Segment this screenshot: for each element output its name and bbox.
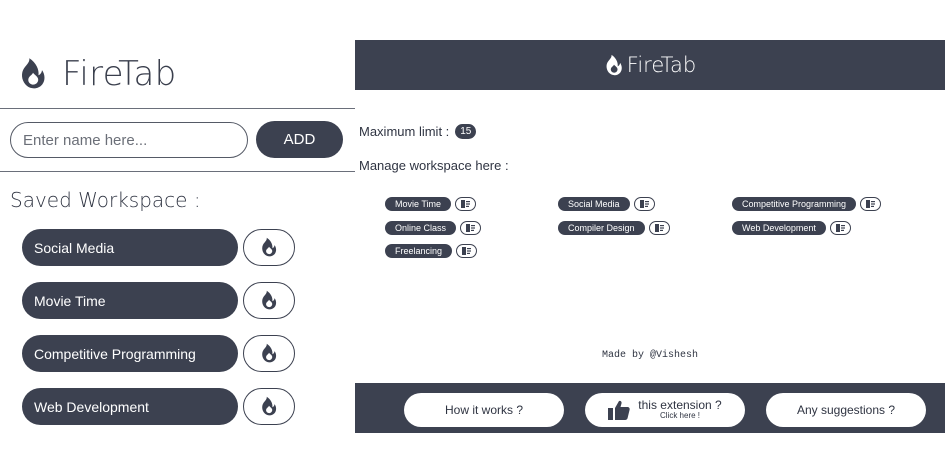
delete-workspace-button[interactable] xyxy=(829,221,851,235)
workspace-chip: Competitive Programming xyxy=(732,197,882,211)
limit-label: Maximum limit : xyxy=(359,124,450,139)
delete-workspace-button[interactable] xyxy=(860,197,882,211)
suggestions-button[interactable]: Any suggestions ? xyxy=(766,393,926,427)
trash-icon xyxy=(835,224,845,232)
how-it-works-button[interactable]: How it works ? xyxy=(404,393,564,427)
workspace-chip-label[interactable]: Social Media xyxy=(558,197,630,211)
popup-title: FireTab xyxy=(62,54,177,94)
workspace-open-button[interactable]: Social Media xyxy=(22,229,238,266)
trash-icon xyxy=(639,200,649,208)
workspace-chip-label[interactable]: Movie Time xyxy=(385,197,452,211)
workspace-chip: Compiler Design xyxy=(558,221,670,235)
flame-icon xyxy=(262,343,277,363)
workspace-chip: Movie Time xyxy=(385,197,477,211)
delete-workspace-button[interactable] xyxy=(456,244,478,258)
workspace-launch-button[interactable] xyxy=(243,282,295,319)
extension-popup: FireTab ADD Saved Workspace : Social Med… xyxy=(0,0,355,473)
workspace-row: Movie Time xyxy=(22,282,297,319)
flame-icon xyxy=(262,237,277,257)
workspace-launch-button[interactable] xyxy=(243,388,295,425)
saved-workspace-heading: Saved Workspace : xyxy=(10,188,201,212)
flame-icon xyxy=(262,290,277,310)
author-credit: Made by @Vishesh xyxy=(601,350,698,361)
thumbs-up-icon xyxy=(608,400,630,420)
workspace-chip-label[interactable]: Web Development xyxy=(732,221,826,235)
workspace-name-input[interactable] xyxy=(10,122,248,158)
add-button[interactable]: ADD xyxy=(256,121,343,158)
newtab-title: FireTab xyxy=(626,53,697,77)
trash-icon xyxy=(866,200,876,208)
delete-workspace-button[interactable] xyxy=(455,197,477,211)
trash-icon xyxy=(654,224,664,232)
workspace-chip-label[interactable]: Compiler Design xyxy=(558,221,645,235)
newtab-page: FireTab Maximum limit : 15 Manage worksp… xyxy=(355,40,945,433)
workspace-open-button[interactable]: Movie Time xyxy=(22,282,238,319)
delete-workspace-button[interactable] xyxy=(633,197,655,211)
trash-icon xyxy=(461,200,471,208)
flame-icon xyxy=(262,396,277,416)
workspace-chip: Online Class xyxy=(385,221,482,235)
newtab-header: FireTab xyxy=(355,40,945,90)
workspace-open-button[interactable]: Web Development xyxy=(22,388,238,425)
like-text: this extension ? Click here ! xyxy=(638,398,721,421)
workspace-open-button[interactable]: Competitive Programming xyxy=(22,335,238,372)
saved-workspace-list: Social Media Movie Time Competitive Prog… xyxy=(22,229,297,441)
workspace-row: Social Media xyxy=(22,229,297,266)
limit-badge: 15 xyxy=(455,124,477,139)
like-sub-label: Click here ! xyxy=(659,411,700,421)
workspace-chip-label[interactable]: Competitive Programming xyxy=(732,197,857,211)
workspace-chip: Freelancing xyxy=(385,244,478,258)
maximum-limit: Maximum limit : 15 xyxy=(359,124,477,139)
like-extension-button[interactable]: this extension ? Click here ! xyxy=(585,393,745,427)
workspace-row: Web Development xyxy=(22,388,297,425)
flame-icon xyxy=(21,58,45,89)
workspace-chip-label[interactable]: Online Class xyxy=(385,221,457,235)
delete-workspace-button[interactable] xyxy=(460,221,482,235)
screenshot-composite: FireTab ADD Saved Workspace : Social Med… xyxy=(0,0,945,473)
trash-icon xyxy=(462,247,472,255)
workspace-chip: Web Development xyxy=(732,221,851,235)
divider xyxy=(0,108,355,109)
workspace-chip-label[interactable]: Freelancing xyxy=(385,244,453,258)
workspace-row: Competitive Programming xyxy=(22,335,297,372)
divider xyxy=(0,171,355,172)
newtab-footer: How it works ? this extension ? Click he… xyxy=(355,383,945,433)
workspace-launch-button[interactable] xyxy=(243,229,295,266)
manage-workspace-label: Manage workspace here : xyxy=(359,158,509,173)
flame-icon xyxy=(606,54,622,75)
popup-brand: FireTab xyxy=(18,50,177,98)
workspace-launch-button[interactable] xyxy=(243,335,295,372)
trash-icon xyxy=(466,224,476,232)
workspace-chip: Social Media xyxy=(558,197,655,211)
delete-workspace-button[interactable] xyxy=(648,221,670,235)
